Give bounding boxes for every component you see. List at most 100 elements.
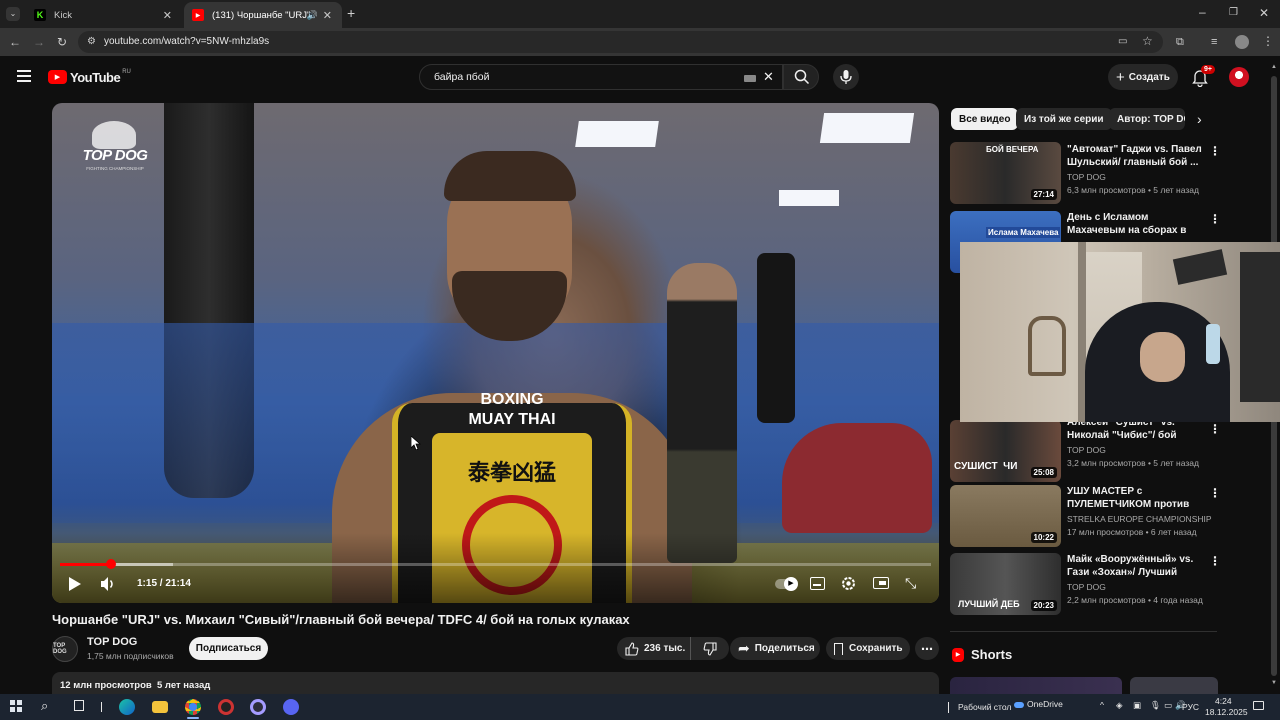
related-thumbnail[interactable]: ЛУЧШИЙ ДЕБ 20:23 <box>950 553 1061 615</box>
keyboard-icon[interactable] <box>744 75 756 82</box>
clock-time[interactable]: 4:24 <box>1215 696 1232 706</box>
search-button[interactable] <box>783 64 819 90</box>
settings-button[interactable] <box>840 575 857 597</box>
progress-played <box>60 563 112 566</box>
tab-search-icon[interactable]: ⌄ <box>6 7 20 21</box>
subscribe-button[interactable]: Подписаться <box>189 637 268 660</box>
related-channel[interactable]: STRELKA EUROPE CHAMPIONSHIP <box>1067 514 1212 524</box>
related-thumbnail[interactable]: 10:22 <box>950 485 1061 547</box>
like-dislike-group: 236 тыс. <box>617 637 729 660</box>
reload-icon[interactable]: ↻ <box>57 36 67 48</box>
related-meta: 3,2 млн просмотров • 5 лет назад <box>1067 458 1199 468</box>
scroll-down-icon[interactable]: ▼ <box>1271 680 1277 686</box>
tray-mic-icon[interactable]: 🎙 <box>1150 700 1161 711</box>
search-taskbar-icon[interactable]: ⌕ <box>41 698 48 714</box>
extensions-icon[interactable]: ⧉ <box>1176 36 1184 48</box>
subtitles-button[interactable] <box>810 577 825 590</box>
related-more-icon[interactable]: ⋮ <box>1209 423 1221 435</box>
notifications-button[interactable]: 9+ <box>1192 65 1215 87</box>
tray-app-icon[interactable]: ▣ <box>1133 700 1141 711</box>
video-progress-bar[interactable] <box>60 559 931 569</box>
tray-audio-icon[interactable]: ◈ <box>1116 700 1123 711</box>
chips-next-arrow-icon[interactable]: › <box>1197 111 1202 127</box>
create-button[interactable]: + Создать <box>1108 64 1178 90</box>
related-more-icon[interactable]: ⋮ <box>1209 213 1221 225</box>
obs-icon[interactable] <box>250 699 266 715</box>
related-more-icon[interactable]: ⋮ <box>1209 145 1221 157</box>
related-title[interactable]: День с Исламом Махачевым на сборах в Сил… <box>1067 211 1207 237</box>
fullscreen-button[interactable]: ⤡ <box>905 576 916 590</box>
save-label: Сохранить <box>849 643 903 654</box>
related-thumbnail[interactable]: БОЙ ВЕЧЕРА 27:14 <box>950 142 1061 204</box>
forward-icon[interactable]: → <box>33 36 45 48</box>
video-player[interactable]: BOXING MUAY THAI 泰拳凶猛 TOP DOG FIGHTING C… <box>52 103 939 603</box>
speaker-icon[interactable]: 🔊 <box>307 10 318 21</box>
scroll-up-icon[interactable]: ▲ <box>1271 64 1277 70</box>
thumbs-down-icon <box>703 641 717 656</box>
more-actions-button[interactable]: ⋯ <box>915 637 939 660</box>
related-more-icon[interactable]: ⋮ <box>1209 555 1221 567</box>
shorts-thumbnail[interactable] <box>950 677 1122 694</box>
related-channel[interactable]: TOP DOG <box>1067 582 1106 592</box>
related-title[interactable]: УШУ МАСТЕР с ПУЛЕМЕТЧИКОМ против Дв... <box>1067 485 1207 511</box>
dislike-button[interactable] <box>691 637 729 660</box>
menu-icon[interactable]: ⋮ <box>1262 35 1274 47</box>
minimize-button[interactable]: – <box>1199 6 1206 18</box>
related-more-icon[interactable]: ⋮ <box>1209 487 1221 499</box>
related-thumbnail[interactable]: СУШИСТ ЧИ 25:08 <box>950 420 1061 482</box>
like-button[interactable]: 236 тыс. <box>617 637 691 660</box>
profile-avatar[interactable] <box>1235 35 1249 49</box>
tray-network-icon[interactable]: ▭ <box>1164 700 1172 711</box>
new-tab-button[interactable]: + <box>347 6 355 20</box>
volume-button[interactable] <box>98 574 118 594</box>
related-title[interactable]: "Автомат" Гаджи vs. Павел Шульский/ глав… <box>1067 143 1207 169</box>
account-avatar[interactable] <box>1229 67 1249 87</box>
channel-name[interactable]: TOP DOG <box>87 636 137 648</box>
edge-icon[interactable] <box>119 699 135 715</box>
related-channel[interactable]: TOP DOG <box>1067 172 1106 182</box>
chip-author[interactable]: Автор: TOP DOG <box>1109 108 1185 130</box>
install-icon[interactable]: ▭ <box>1118 36 1127 48</box>
back-icon[interactable]: ← <box>9 36 21 48</box>
play-button[interactable] <box>64 574 84 594</box>
address-bar[interactable]: ⚙ youtube.com/watch?v=5NW-mhzla9s ▭ ☆ <box>78 31 1163 53</box>
tab-youtube[interactable]: ▶ (131) Чоршанбе "URJ" vs. М 🔊 ✕ <box>184 2 342 28</box>
related-title[interactable]: Майк «Вооружённый» vs. Гази «Зохан»/ Луч… <box>1067 553 1207 579</box>
youtube-logo[interactable]: ▶ YouTube RU <box>48 68 131 86</box>
media-icon[interactable]: ≡ <box>1211 36 1217 48</box>
file-explorer-icon[interactable] <box>152 701 168 713</box>
clear-search-icon[interactable]: ✕ <box>763 69 774 85</box>
start-button[interactable] <box>10 700 22 712</box>
search-input[interactable]: байра пбой ✕ <box>419 64 783 90</box>
tab-kick[interactable]: K Kick ✕ <box>26 2 182 28</box>
task-view-icon[interactable] <box>74 700 84 711</box>
notification-center-icon[interactable] <box>1253 701 1264 710</box>
desktop-toolbar-label[interactable]: Рабочий стол <box>958 702 1011 712</box>
share-button[interactable]: ➦ Поделиться <box>730 637 820 660</box>
duration-badge: 10:22 <box>1030 532 1057 543</box>
language-indicator[interactable]: РУС <box>1182 702 1199 712</box>
site-info-icon[interactable]: ⚙ <box>87 36 96 48</box>
restore-button[interactable]: ❐ <box>1229 7 1238 19</box>
miniplayer-button[interactable] <box>873 577 889 589</box>
close-window-button[interactable]: ✕ <box>1259 7 1269 19</box>
chrome-icon[interactable] <box>185 699 201 715</box>
discord-icon[interactable] <box>283 699 299 715</box>
autoplay-toggle[interactable]: ▶ <box>775 577 798 591</box>
related-channel[interactable]: TOP DOG <box>1067 445 1106 455</box>
save-button[interactable]: Сохранить <box>826 637 910 660</box>
tab-close-icon[interactable]: ✕ <box>323 9 332 22</box>
channel-avatar[interactable]: TOP DOG <box>52 636 78 662</box>
tray-chevron-icon[interactable]: ^ <box>1100 700 1104 710</box>
tab-close-icon[interactable]: ✕ <box>163 9 172 22</box>
chip-all-videos[interactable]: Все видео <box>951 108 1019 130</box>
voice-search-button[interactable] <box>833 64 859 90</box>
hamburger-menu-icon[interactable] <box>17 70 31 82</box>
subscriber-count: 1,75 млн подписчиков <box>87 651 174 661</box>
shorts-thumbnail[interactable] <box>1130 677 1218 694</box>
onedrive-label[interactable]: OneDrive <box>1027 699 1063 709</box>
app-icon[interactable] <box>218 699 234 715</box>
clock-date[interactable]: 18.12.2025 <box>1205 707 1248 717</box>
bookmark-star-icon[interactable]: ☆ <box>1142 35 1153 47</box>
chip-same-series[interactable]: Из той же серии <box>1016 108 1112 130</box>
